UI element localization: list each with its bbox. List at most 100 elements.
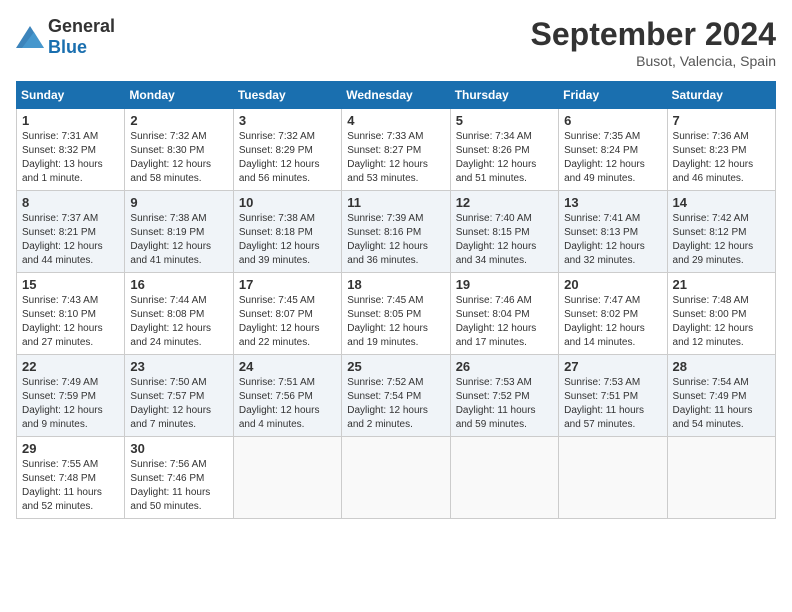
day-number: 3 [239, 113, 336, 128]
day-number: 10 [239, 195, 336, 210]
title-block: September 2024 Busot, Valencia, Spain [531, 16, 776, 69]
calendar-cell: 30 Sunrise: 7:56 AMSunset: 7:46 PMDayligh… [125, 437, 233, 519]
day-number: 25 [347, 359, 444, 374]
day-info: Sunrise: 7:40 AMSunset: 8:15 PMDaylight:… [456, 212, 553, 268]
day-number: 24 [239, 359, 336, 374]
calendar-cell [667, 437, 775, 519]
header-saturday: Saturday [667, 82, 775, 109]
month-title: September 2024 [531, 16, 776, 53]
calendar-cell: 25Sunrise: 7:52 AMSunset: 7:54 PMDayligh… [342, 355, 450, 437]
day-number: 6 [564, 113, 661, 128]
day-number: 26 [456, 359, 553, 374]
calendar-week-5: 29 Sunrise: 7:55 AMSunset: 7:48 PMDayligh… [17, 437, 776, 519]
calendar-cell: 24 Sunrise: 7:51 AMSunset: 7:56 PMDayligh… [233, 355, 341, 437]
calendar-week-2: 8Sunrise: 7:37 AMSunset: 8:21 PMDaylight… [17, 191, 776, 273]
day-info: Sunrise: 7:41 AMSunset: 8:13 PMDaylight:… [564, 212, 661, 268]
calendar-cell: 14 Sunrise: 7:42 AMSunset: 8:12 PMDayligh… [667, 191, 775, 273]
location-title: Busot, Valencia, Spain [531, 53, 776, 69]
calendar-cell: 17 Sunrise: 7:45 AMSunset: 8:07 PMDayligh… [233, 273, 341, 355]
day-info: Sunrise: 7:42 AMSunset: 8:12 PMDaylight:… [673, 212, 770, 268]
day-number: 4 [347, 113, 444, 128]
day-info: Sunrise: 7:39 AMSunset: 8:16 PMDaylight:… [347, 212, 444, 268]
calendar-cell [342, 437, 450, 519]
day-number: 15 [22, 277, 119, 292]
calendar-header-row: SundayMondayTuesdayWednesdayThursdayFrid… [17, 82, 776, 109]
day-number: 9 [130, 195, 227, 210]
calendar-week-4: 22 Sunrise: 7:49 AMSunset: 7:59 PMDayligh… [17, 355, 776, 437]
day-number: 30 [130, 441, 227, 456]
day-info: Sunrise: 7:45 AMSunset: 8:07 PMDaylight:… [239, 294, 336, 350]
calendar-week-1: 1Sunrise: 7:31 AMSunset: 8:32 PMDaylight… [17, 109, 776, 191]
calendar-cell: 10 Sunrise: 7:38 AMSunset: 8:18 PMDayligh… [233, 191, 341, 273]
calendar-cell: 13 Sunrise: 7:41 AMSunset: 8:13 PMDayligh… [559, 191, 667, 273]
calendar-cell: 6Sunrise: 7:35 AMSunset: 8:24 PMDaylight… [559, 109, 667, 191]
calendar-cell: 29 Sunrise: 7:55 AMSunset: 7:48 PMDayligh… [17, 437, 125, 519]
day-number: 5 [456, 113, 553, 128]
day-info: Sunrise: 7:49 AMSunset: 7:59 PMDaylight:… [22, 376, 119, 432]
calendar-cell: 26 Sunrise: 7:53 AMSunset: 7:52 PMDayligh… [450, 355, 558, 437]
day-number: 13 [564, 195, 661, 210]
day-number: 12 [456, 195, 553, 210]
calendar-week-3: 15 Sunrise: 7:43 AMSunset: 8:10 PMDayligh… [17, 273, 776, 355]
calendar-cell: 28Sunrise: 7:54 AMSunset: 7:49 PMDayligh… [667, 355, 775, 437]
calendar-cell: 4Sunrise: 7:33 AMSunset: 8:27 PMDaylight… [342, 109, 450, 191]
logo: General Blue [16, 16, 115, 58]
calendar-cell: 5 Sunrise: 7:34 AMSunset: 8:26 PMDaylight… [450, 109, 558, 191]
day-info: Sunrise: 7:56 AMSunset: 7:46 PMDaylight:… [130, 458, 227, 514]
day-info: Sunrise: 7:46 AMSunset: 8:04 PMDaylight:… [456, 294, 553, 350]
day-info: Sunrise: 7:44 AMSunset: 8:08 PMDaylight:… [130, 294, 227, 350]
day-info: Sunrise: 7:31 AMSunset: 8:32 PMDaylight:… [22, 130, 119, 186]
day-info: Sunrise: 7:38 AMSunset: 8:19 PMDaylight:… [130, 212, 227, 268]
calendar-cell: 18Sunrise: 7:45 AMSunset: 8:05 PMDayligh… [342, 273, 450, 355]
day-info: Sunrise: 7:34 AMSunset: 8:26 PMDaylight:… [456, 130, 553, 186]
day-number: 21 [673, 277, 770, 292]
day-info: Sunrise: 7:36 AMSunset: 8:23 PMDaylight:… [673, 130, 770, 186]
calendar-cell: 11 Sunrise: 7:39 AMSunset: 8:16 PMDayligh… [342, 191, 450, 273]
day-number: 2 [130, 113, 227, 128]
calendar-cell: 8Sunrise: 7:37 AMSunset: 8:21 PMDaylight… [17, 191, 125, 273]
calendar-cell: 15 Sunrise: 7:43 AMSunset: 8:10 PMDayligh… [17, 273, 125, 355]
header-monday: Monday [125, 82, 233, 109]
calendar-cell: 21 Sunrise: 7:48 AMSunset: 8:00 PMDayligh… [667, 273, 775, 355]
day-number: 11 [347, 195, 444, 210]
calendar-cell [559, 437, 667, 519]
day-number: 17 [239, 277, 336, 292]
day-number: 14 [673, 195, 770, 210]
day-number: 20 [564, 277, 661, 292]
calendar-cell: 2 Sunrise: 7:32 AMSunset: 8:30 PMDaylight… [125, 109, 233, 191]
logo-text: General Blue [48, 16, 115, 58]
day-number: 16 [130, 277, 227, 292]
day-info: Sunrise: 7:47 AMSunset: 8:02 PMDaylight:… [564, 294, 661, 350]
logo-general: General [48, 16, 115, 36]
calendar-cell: 23Sunrise: 7:50 AMSunset: 7:57 PMDayligh… [125, 355, 233, 437]
calendar-cell: 27Sunrise: 7:53 AMSunset: 7:51 PMDayligh… [559, 355, 667, 437]
day-info: Sunrise: 7:32 AMSunset: 8:30 PMDaylight:… [130, 130, 227, 186]
day-info: Sunrise: 7:48 AMSunset: 8:00 PMDaylight:… [673, 294, 770, 350]
header-thursday: Thursday [450, 82, 558, 109]
calendar-cell: 12 Sunrise: 7:40 AMSunset: 8:15 PMDayligh… [450, 191, 558, 273]
day-number: 28 [673, 359, 770, 374]
day-info: Sunrise: 7:55 AMSunset: 7:48 PMDaylight:… [22, 458, 119, 514]
day-info: Sunrise: 7:53 AMSunset: 7:52 PMDaylight:… [456, 376, 553, 432]
day-info: Sunrise: 7:51 AMSunset: 7:56 PMDaylight:… [239, 376, 336, 432]
day-number: 29 [22, 441, 119, 456]
calendar-cell: 9 Sunrise: 7:38 AMSunset: 8:19 PMDaylight… [125, 191, 233, 273]
day-info: Sunrise: 7:32 AMSunset: 8:29 PMDaylight:… [239, 130, 336, 186]
calendar-cell: 19Sunrise: 7:46 AMSunset: 8:04 PMDayligh… [450, 273, 558, 355]
calendar-cell: 3 Sunrise: 7:32 AMSunset: 8:29 PMDaylight… [233, 109, 341, 191]
logo-blue: Blue [48, 37, 87, 57]
calendar-cell: 22 Sunrise: 7:49 AMSunset: 7:59 PMDayligh… [17, 355, 125, 437]
calendar-cell [450, 437, 558, 519]
calendar-cell: 7Sunrise: 7:36 AMSunset: 8:23 PMDaylight… [667, 109, 775, 191]
logo-icon [16, 26, 44, 48]
calendar-cell: 20 Sunrise: 7:47 AMSunset: 8:02 PMDayligh… [559, 273, 667, 355]
calendar-cell: 16 Sunrise: 7:44 AMSunset: 8:08 PMDayligh… [125, 273, 233, 355]
day-info: Sunrise: 7:37 AMSunset: 8:21 PMDaylight:… [22, 212, 119, 268]
day-info: Sunrise: 7:38 AMSunset: 8:18 PMDaylight:… [239, 212, 336, 268]
calendar-table: SundayMondayTuesdayWednesdayThursdayFrid… [16, 81, 776, 519]
day-info: Sunrise: 7:43 AMSunset: 8:10 PMDaylight:… [22, 294, 119, 350]
calendar-cell [233, 437, 341, 519]
header-wednesday: Wednesday [342, 82, 450, 109]
day-number: 22 [22, 359, 119, 374]
day-info: Sunrise: 7:50 AMSunset: 7:57 PMDaylight:… [130, 376, 227, 432]
